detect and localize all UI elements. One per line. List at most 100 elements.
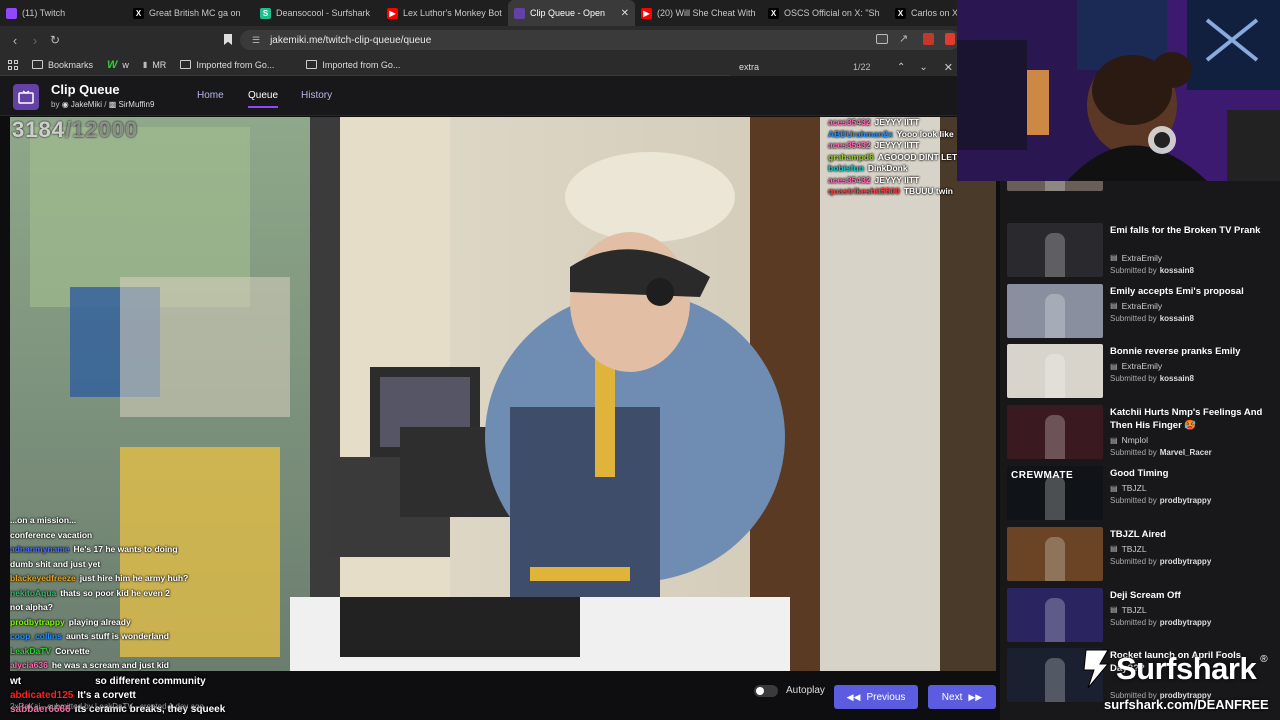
find-next-icon[interactable]: ⌄ xyxy=(919,62,927,73)
chat-message: he was a scream and just kid xyxy=(51,660,169,670)
clip-channel: ▤ ExtraEmily xyxy=(1110,252,1163,263)
channel-link[interactable]: SirMuffin9 xyxy=(119,100,155,109)
previous-icon: ◀◀ xyxy=(846,691,861,702)
queue-item[interactable]: Submitted bykossain8 xyxy=(1007,180,1279,194)
tab-title: (11) Twitch xyxy=(22,8,66,18)
surfshark-logo-icon xyxy=(1083,649,1110,689)
streamer-webcam xyxy=(957,0,1280,181)
clip-channel: ▤ TBJZL xyxy=(1110,483,1147,493)
apps-grid-icon[interactable] xyxy=(8,59,18,70)
bookmark-bookmarks[interactable]: Bookmarks xyxy=(32,60,93,70)
share-icon[interactable]: ↗ xyxy=(899,32,908,45)
bookmark-w[interactable]: Ww xyxy=(107,59,129,71)
bookmark-imported-2[interactable]: Imported from Go... xyxy=(306,60,400,70)
thumbnail-figure xyxy=(1045,536,1065,581)
tab-6[interactable]: X OSCS Official on X: "Sh xyxy=(762,0,889,26)
clip-title: Katchii Hurts Nmp's Feelings And Then Hi… xyxy=(1110,407,1263,432)
chat-line: quastrikeshit5500 TBUUU twin xyxy=(828,186,968,198)
queue-item[interactable]: TBJZL Aired ▤ TBJZL Submitted by prodbytrapp… xyxy=(1007,524,1279,584)
tab-1[interactable]: X Great British MC ga on xyxy=(127,0,254,26)
bookmark-star-icon[interactable] xyxy=(224,34,232,45)
autoplay-toggle[interactable] xyxy=(754,685,778,697)
bookmark-mr[interactable]: ▮ MR xyxy=(143,60,166,70)
url-field[interactable]: ☰ jakemiki.me/twitch-clip-queue/queue xyxy=(240,30,960,50)
back-icon[interactable]: ‹ xyxy=(5,33,25,48)
author-link[interactable]: JakeMiki xyxy=(71,100,102,109)
next-button[interactable]: Next ▶▶ xyxy=(928,685,996,709)
thumbnail-figure xyxy=(1045,597,1065,642)
chat-username: grahampd6 xyxy=(828,151,874,162)
tab-4[interactable]: Clip Queue - Open ✕ xyxy=(508,0,635,26)
nav-history[interactable]: History xyxy=(301,90,332,101)
tab-3[interactable]: ▶ Lex Luthor's Monkey Bots xyxy=(381,0,508,26)
queue-item[interactable]: Katchii Hurts Nmp's Feelings And Then Hi… xyxy=(1007,402,1279,462)
queue-item[interactable]: Emi falls for the Broken TV Prank ▤ ExtraE… xyxy=(1007,220,1279,280)
tab-0[interactable]: (11) Twitch xyxy=(0,0,127,26)
channel-icon: ▤ xyxy=(1110,253,1118,263)
forward-icon[interactable]: › xyxy=(25,33,45,48)
chat-message: Yooo look like xyxy=(896,128,954,139)
chat-line: prodbytrappy playing already xyxy=(10,617,188,632)
chat-username: coop_collins xyxy=(10,631,62,641)
twitch-icon: ▩ xyxy=(108,100,117,109)
chat-message: AGOOOD DINT LET HI xyxy=(877,151,969,162)
chat-username: ABDUrahman2x xyxy=(828,128,893,139)
chat-message: It's a corvett xyxy=(77,690,136,701)
thumbnail-figure xyxy=(1045,180,1065,191)
chat-line: ABDUrahman2x Yooo look like xyxy=(828,129,968,141)
clip-title: Emily accepts Emi's proposal xyxy=(1110,285,1244,297)
chat-username: prodbytrappy xyxy=(10,616,65,627)
next-icon: ▶▶ xyxy=(968,691,983,702)
screen-capture-icon[interactable] xyxy=(876,34,888,44)
site-info-icon[interactable]: ☰ xyxy=(252,35,260,46)
previous-button[interactable]: ◀◀ Previous xyxy=(834,685,918,709)
chat-message: thats so poor kid he even 2 xyxy=(60,587,170,598)
clip-video-player[interactable]: 3184/12000 aces35432 JEYYY IITT ABDUrahman… xyxy=(10,117,996,671)
queue-item[interactable]: Deji Scream Off ▤ TBJZL Submitted by prodbyt… xyxy=(1007,585,1279,645)
reload-icon[interactable]: ↻ xyxy=(45,33,65,47)
queue-item[interactable]: Bonnie reverse pranks Emily ▤ ExtraEmily Su… xyxy=(1007,341,1279,401)
mr-icon: ▮ xyxy=(142,60,148,69)
clip-title: Emi falls for the Broken TV Prank xyxy=(1110,224,1261,236)
thumbnail-figure xyxy=(1045,293,1065,338)
channel-icon: ▤ xyxy=(1110,544,1118,554)
surfshark-icon: S xyxy=(260,7,271,19)
app-title[interactable]: Clip Queue xyxy=(51,82,120,97)
chat-message: playing already xyxy=(68,616,131,627)
tab-close-icon[interactable]: ✕ xyxy=(621,8,629,19)
chat-message: aunts stuff is wonderland xyxy=(65,631,169,641)
nav-queue[interactable]: Queue xyxy=(248,90,279,108)
extension-icon[interactable] xyxy=(923,33,934,45)
clip-channel: ▤ TBJZL xyxy=(1110,543,1147,554)
find-previous-icon[interactable]: ⌃ xyxy=(897,62,905,73)
bookmark-imported-1[interactable]: Imported from Go... xyxy=(180,60,274,70)
clip-channel: ▤ Nmplol xyxy=(1110,435,1149,446)
chat-line: conference vacation xyxy=(10,530,188,545)
queue-item[interactable]: Emily accepts Emi's proposal ▤ ExtraEmily S… xyxy=(1007,281,1279,341)
clip-submitter: Submitted by prodbytrappy xyxy=(1110,556,1212,566)
chat-username: aces35432 xyxy=(828,117,871,127)
tab-2[interactable]: S Deansocool - Surfshark xyxy=(254,0,381,26)
clip-thumbnail xyxy=(1007,222,1103,277)
clip-submitter: Submitted by kossain8 xyxy=(1110,265,1194,275)
webcam-image xyxy=(957,0,1280,181)
nav-home[interactable]: Home xyxy=(197,90,224,101)
find-input[interactable]: extra xyxy=(739,62,849,72)
chat-message: conference vacation xyxy=(10,529,93,540)
clip-queue-logo-icon[interactable] xyxy=(13,84,39,110)
find-close-icon[interactable]: ✕ xyxy=(944,61,953,74)
chat-username: blackeyedfreeze xyxy=(10,573,76,583)
chat-message: JEYYY IITT xyxy=(874,140,920,150)
chat-message: DinkDonk xyxy=(867,163,908,173)
player-controls-bar: wt so different community abdicated125 It's… xyxy=(0,672,1000,720)
extension-icon-2[interactable] xyxy=(945,33,955,45)
chat-line: adnanmyname He's 17 he wants to doing xyxy=(10,544,188,559)
clip-channel: ▤ ExtraEmily xyxy=(1110,361,1163,372)
tab-title: (20) Will She Cheat With H xyxy=(657,8,756,18)
clip-thumbnail xyxy=(1007,405,1103,460)
chat-username: abdicated125 xyxy=(10,690,74,701)
queue-item[interactable]: CREWMATE Good Timing ▤ TBJZL Submitted by pro… xyxy=(1007,463,1279,523)
thumbnail-figure xyxy=(1045,658,1065,703)
bookmarks-folder-icon xyxy=(32,60,43,69)
tab-5[interactable]: ▶ (20) Will She Cheat With H xyxy=(635,0,762,26)
